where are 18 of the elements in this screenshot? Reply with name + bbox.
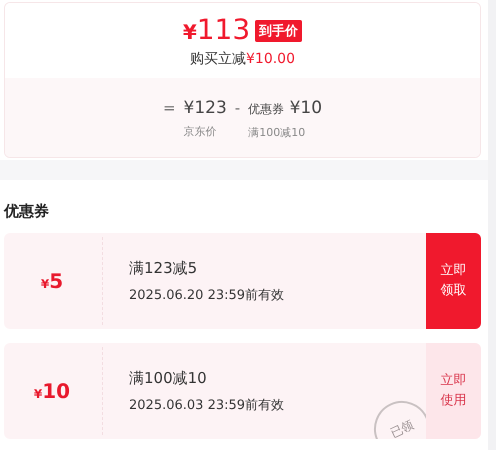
original-price: ¥123 [184, 97, 227, 120]
coupon-value: ¥5 [40, 269, 64, 293]
coupon-title: 满123减5 [129, 258, 198, 278]
equals-sign: = [162, 98, 176, 119]
coupon-amount: 优惠券 ¥10 [248, 97, 322, 120]
coupon-action-button[interactable]: 立即领取 [426, 233, 481, 329]
section-title: 优惠券 [4, 202, 50, 221]
coupon-caption: 满100减10 [248, 125, 306, 140]
coupon-title: 满100减10 [129, 368, 208, 388]
coupon-validity: 2025.06.20 23:59前有效 [129, 286, 286, 304]
instant-discount: 购买立减¥10.00 [190, 50, 295, 68]
coupon-action-button[interactable]: 立即使用 [426, 343, 481, 439]
coupon-validity: 2025.06.03 23:59前有效 [129, 396, 286, 414]
final-price: ¥113 [182, 13, 250, 48]
coupon-value: ¥10 [34, 379, 70, 403]
minus-sign: - [234, 98, 240, 119]
price-caption: 京东价 [184, 124, 218, 139]
final-price-badge: 到手价 [255, 20, 302, 42]
